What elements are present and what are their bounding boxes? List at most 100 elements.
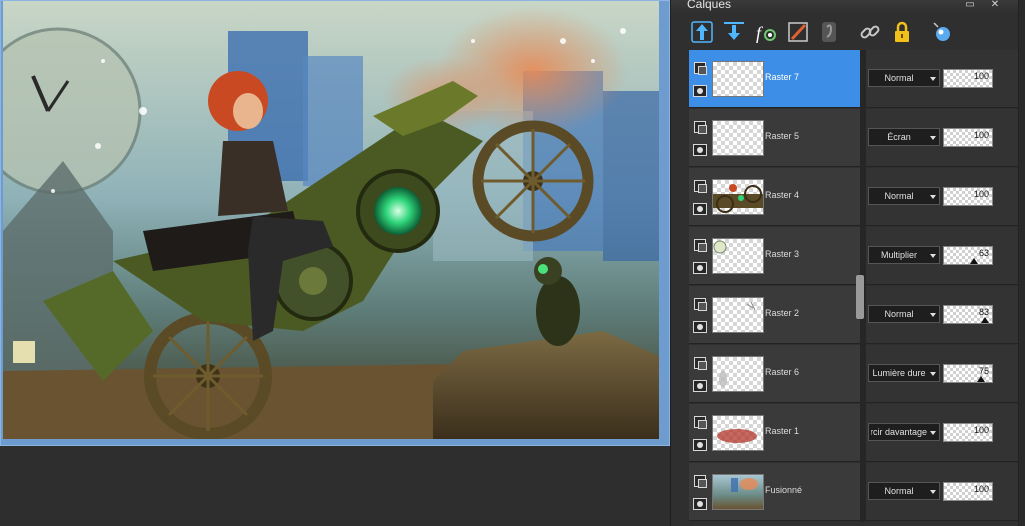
- layer-thumbnail: [712, 238, 764, 274]
- layer-item[interactable]: Raster 4: [689, 168, 860, 226]
- opacity-field[interactable]: 100: [943, 423, 993, 442]
- layer-properties: Normal 100: [866, 50, 1025, 108]
- blend-mode-select[interactable]: Écran: [868, 128, 940, 146]
- link-icon[interactable]: [857, 19, 883, 45]
- layer-item[interactable]: Raster 2: [689, 286, 860, 344]
- layer-thumbnail: [712, 474, 764, 510]
- chevron-down-icon: [930, 254, 936, 258]
- layer-thumbnail: [712, 61, 764, 97]
- layer-row[interactable]: Raster 6 Lumière dure 75: [689, 345, 1025, 404]
- layer-link-icon[interactable]: [694, 62, 707, 75]
- layer-row[interactable]: Fusionné Normal 100: [689, 463, 1025, 522]
- layer-link-icon[interactable]: [694, 121, 707, 134]
- blend-mode-value: Écran: [887, 132, 911, 142]
- blend-mode-select[interactable]: Normal: [868, 187, 940, 205]
- blend-mode-value: Normal: [884, 73, 914, 83]
- blend-mode-select[interactable]: Normal: [868, 69, 940, 87]
- layer-name: Raster 1: [765, 426, 800, 436]
- visibility-eye-icon[interactable]: [693, 439, 707, 451]
- layer-row[interactable]: Raster 4 Normal 100: [689, 168, 1025, 227]
- layer-row[interactable]: Raster 7 Normal 100: [689, 50, 1025, 109]
- opacity-field[interactable]: 100: [943, 187, 993, 206]
- layer-item[interactable]: Fusionné: [689, 463, 860, 521]
- blend-mode-value: Lumière dure: [872, 368, 926, 378]
- paint-brush-icon[interactable]: [785, 19, 811, 45]
- layer-link-icon[interactable]: [694, 298, 707, 311]
- layer-link-icon[interactable]: [694, 357, 707, 370]
- layers-toolbar: f: [671, 14, 1025, 50]
- lock-icon[interactable]: [889, 19, 915, 45]
- visibility-eye-icon[interactable]: [693, 144, 707, 156]
- layer-style-icon[interactable]: [817, 19, 843, 45]
- chevron-down-icon: [930, 313, 936, 317]
- opacity-slider-marker[interactable]: [981, 317, 989, 323]
- layer-link-icon[interactable]: [694, 475, 707, 488]
- blend-mode-select[interactable]: Normal: [868, 305, 940, 323]
- layer-link-icon[interactable]: [694, 239, 707, 252]
- blend-mode-value: Normal: [884, 486, 914, 496]
- layer-item[interactable]: Raster 6: [689, 345, 860, 403]
- layer-item[interactable]: Raster 1: [689, 404, 860, 462]
- opacity-field[interactable]: 100: [943, 482, 993, 501]
- highlight-icon[interactable]: [929, 19, 955, 45]
- move-layer-down-icon[interactable]: [721, 19, 747, 45]
- close-icon[interactable]: ✕: [989, 0, 1001, 10]
- layer-thumbnail: [712, 297, 764, 333]
- visibility-eye-icon[interactable]: [693, 203, 707, 215]
- move-layer-up-icon[interactable]: [689, 19, 715, 45]
- layer-effects-icon[interactable]: f: [753, 19, 779, 45]
- layer-name: Raster 2: [765, 308, 800, 318]
- blend-mode-select[interactable]: Multiplier: [868, 246, 940, 264]
- visibility-eye-icon[interactable]: [693, 380, 707, 392]
- layer-properties: Normal 100: [866, 463, 1025, 521]
- layer-thumbnail: [712, 356, 764, 392]
- opacity-value: 100: [973, 71, 989, 81]
- layer-properties: Normal 83: [866, 286, 1025, 344]
- blend-mode-select[interactable]: Lumière dure: [868, 364, 940, 382]
- opacity-field[interactable]: 63: [943, 246, 993, 265]
- opacity-field[interactable]: 100: [943, 69, 993, 88]
- opacity-value: 83: [978, 307, 989, 317]
- layer-item[interactable]: Raster 5: [689, 109, 860, 167]
- layer-name: Raster 5: [765, 131, 800, 141]
- chevron-down-icon: [930, 372, 936, 376]
- minimize-icon[interactable]: ▭: [964, 0, 976, 10]
- opacity-value: 100: [973, 484, 989, 494]
- layer-row[interactable]: Raster 1 Éclaircir davantage 100: [689, 404, 1025, 463]
- steampunk-artwork: [3, 1, 659, 439]
- svg-text:f: f: [756, 23, 764, 43]
- panel-title-bar[interactable]: Calques ▭ ✕: [671, 0, 1025, 14]
- visibility-eye-icon[interactable]: [693, 85, 707, 97]
- opacity-slider-marker[interactable]: [970, 258, 978, 264]
- layers-panel: Calques ▭ ✕ f Raster 7 Normal 100 Raster…: [670, 0, 1025, 526]
- opacity-field[interactable]: 75: [943, 364, 993, 383]
- blend-mode-value: Éclaircir davantage: [871, 427, 927, 437]
- layer-properties: Normal 100: [866, 168, 1025, 226]
- visibility-eye-icon[interactable]: [693, 262, 707, 274]
- document-window[interactable]: [0, 0, 670, 446]
- visibility-eye-icon[interactable]: [693, 498, 707, 510]
- layer-item[interactable]: Raster 7: [689, 50, 860, 108]
- layer-name: Raster 7: [765, 72, 800, 82]
- chevron-down-icon: [930, 195, 936, 199]
- chevron-down-icon: [930, 77, 936, 81]
- panel-title: Calques: [687, 0, 732, 11]
- blend-mode-select[interactable]: Éclaircir davantage: [868, 423, 940, 441]
- layer-properties: Multiplier 63: [866, 227, 1025, 285]
- opacity-value: 100: [973, 130, 989, 140]
- opacity-field[interactable]: 83: [943, 305, 993, 324]
- layer-row[interactable]: Raster 5 Écran 100: [689, 109, 1025, 168]
- blend-mode-value: Multiplier: [880, 250, 917, 260]
- document-canvas[interactable]: [3, 1, 659, 439]
- layer-link-icon[interactable]: [694, 180, 707, 193]
- visibility-eye-icon[interactable]: [693, 321, 707, 333]
- panel-scrollbar[interactable]: [1018, 0, 1025, 526]
- layer-item[interactable]: Raster 3: [689, 227, 860, 285]
- blend-mode-select[interactable]: Normal: [868, 482, 940, 500]
- layer-properties: Écran 100: [866, 109, 1025, 167]
- layer-link-icon[interactable]: [694, 416, 707, 429]
- workspace-background: [0, 446, 670, 526]
- opacity-slider-marker[interactable]: [977, 376, 985, 382]
- panel-splitter-handle[interactable]: [856, 275, 864, 319]
- opacity-field[interactable]: 100: [943, 128, 993, 147]
